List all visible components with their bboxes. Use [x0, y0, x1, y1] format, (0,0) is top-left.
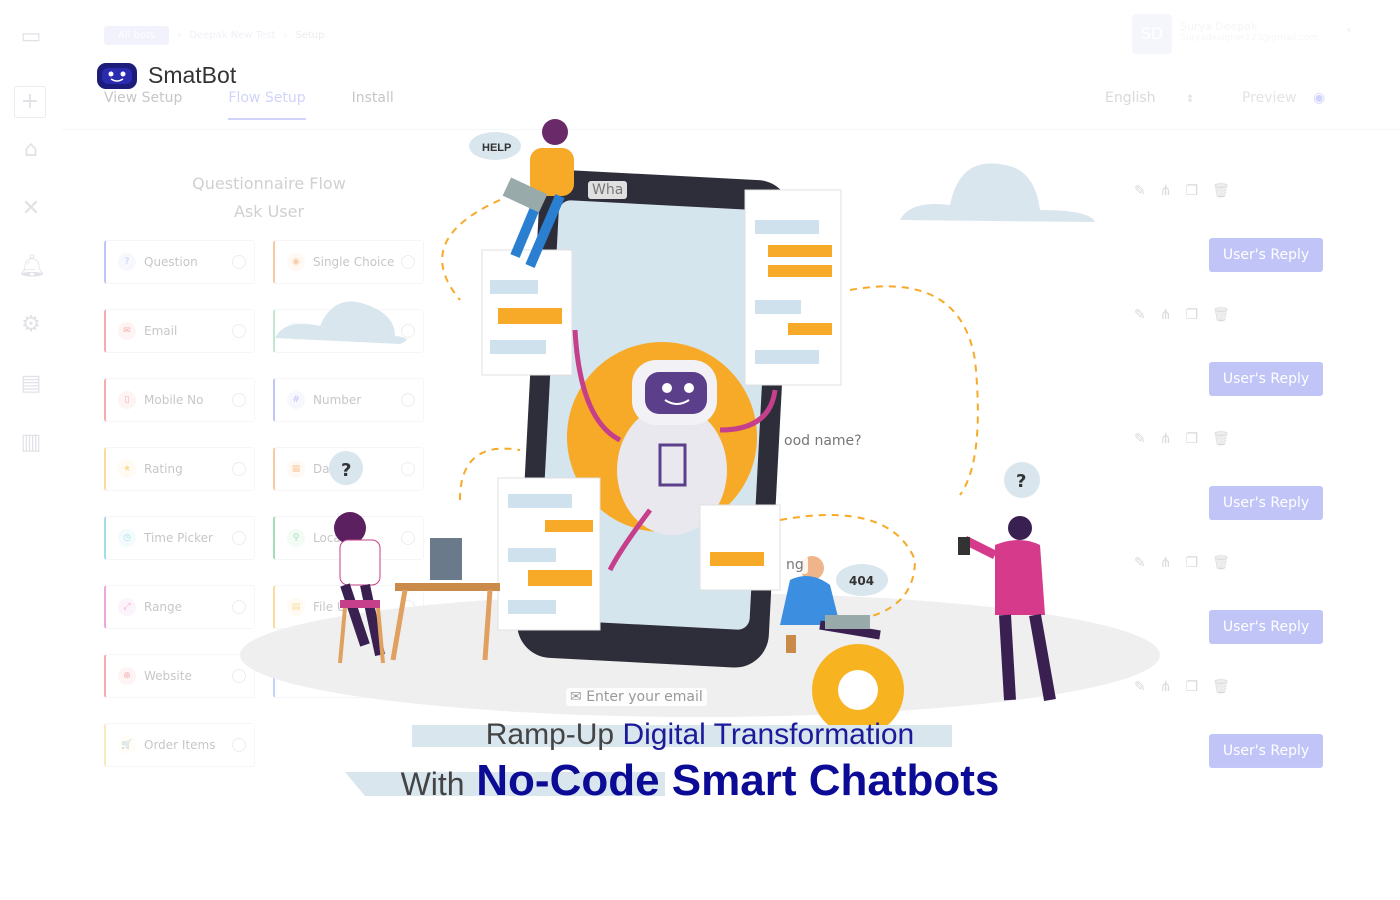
flow-question-text: ood name?: [780, 432, 866, 450]
cloud-icon: [900, 163, 1095, 222]
cloud-icon: [275, 301, 407, 344]
flow-email-text: ✉ Enter your email: [566, 688, 707, 706]
help-text: HELP: [482, 142, 511, 154]
headline-accent: No-Code Smart Chatbots: [476, 756, 1000, 805]
email-placeholder: Enter your email: [586, 689, 703, 705]
headline-plain: Ramp-Up: [485, 718, 615, 751]
headline-accent: Digital Transformation: [622, 718, 915, 751]
error-404-text: 404: [849, 574, 874, 588]
flow-question-text: ng: [782, 556, 808, 574]
headline-plain: With: [400, 766, 465, 802]
flow-question-text: Wha: [588, 181, 628, 199]
question-mark: ?: [1016, 471, 1026, 492]
headline-line2: With No-Code Smart Chatbots: [0, 756, 1400, 806]
headline-line1: Ramp-Up Digital Transformation: [0, 718, 1400, 752]
question-mark: ?: [341, 460, 351, 481]
